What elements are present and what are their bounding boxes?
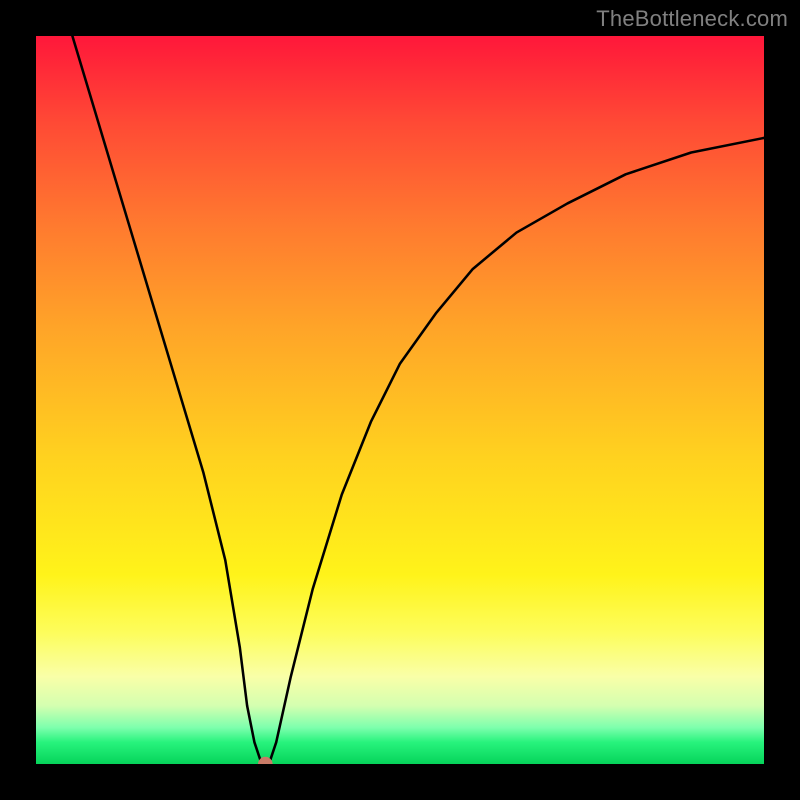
curve-svg [36,36,764,764]
plot-area [36,36,764,764]
bottleneck-curve-path [72,36,764,764]
chart-frame: TheBottleneck.com [0,0,800,800]
watermark-label: TheBottleneck.com [596,6,788,32]
